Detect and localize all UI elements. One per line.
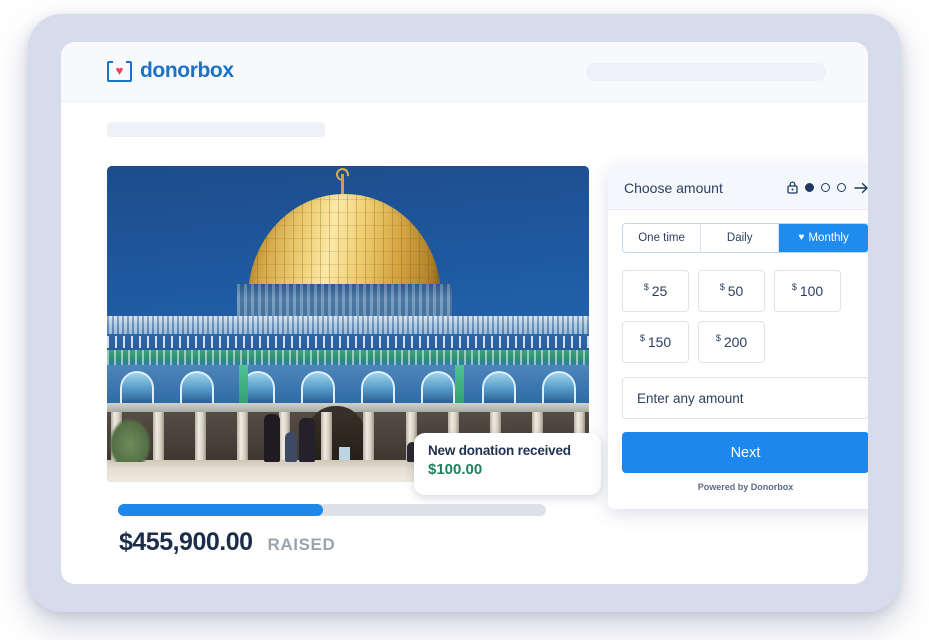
chair	[339, 447, 350, 460]
amount-option-100[interactable]: $ 100	[774, 270, 841, 312]
amount-value: 150	[647, 334, 672, 350]
preset-amount-grid: $ 25 $ 50 $ 100 $ 150 $ 200	[622, 270, 868, 363]
amount-option-50[interactable]: $ 50	[698, 270, 765, 312]
donation-notification-toast: New donation received $100.00	[414, 433, 601, 495]
next-button[interactable]: Next	[622, 432, 868, 473]
amount-value: 25	[651, 283, 668, 299]
site-header: ♥ donorbox	[61, 42, 868, 102]
arrow-right-icon[interactable]	[854, 182, 868, 194]
visitor-figure	[299, 418, 315, 462]
progress-fill	[118, 504, 324, 516]
fundraising-progress-bar	[118, 504, 546, 516]
raised-summary: $455,900.00 RAISED	[119, 528, 335, 557]
raised-label: RAISED	[267, 535, 336, 554]
donation-form-panel: Choose amount One time Daily ♥ Monthly $…	[608, 166, 868, 509]
currency-symbol: $	[791, 282, 797, 292]
frequency-label: One time	[638, 232, 685, 244]
heart-icon: ♥	[798, 232, 805, 243]
donorbox-heart-box-icon: ♥	[107, 58, 132, 83]
page-title-placeholder	[107, 122, 325, 137]
currency-symbol: $	[639, 333, 645, 343]
step-dot-2[interactable]	[821, 183, 830, 192]
toast-title: New donation received	[428, 443, 571, 458]
form-header: Choose amount	[608, 166, 868, 210]
green-panel-right	[455, 365, 464, 403]
powered-by-label: Powered by Donorbox	[697, 482, 794, 492]
tree	[109, 418, 151, 462]
amount-value: 100	[799, 283, 824, 299]
amount-option-150[interactable]: $ 150	[622, 321, 689, 363]
lock-icon	[787, 181, 798, 194]
form-title: Choose amount	[624, 179, 723, 196]
custom-amount-input[interactable]	[622, 377, 868, 419]
frequency-option-one-time[interactable]: One time	[623, 224, 702, 252]
currency-symbol: $	[719, 282, 725, 292]
amount-option-200[interactable]: $ 200	[698, 321, 765, 363]
frequency-option-daily[interactable]: Daily	[701, 224, 780, 252]
amount-value: 50	[727, 283, 744, 299]
logo-wordmark: donorbox	[140, 58, 234, 82]
arched-windows	[107, 365, 589, 403]
dome-drum	[237, 284, 452, 320]
visitor-figure	[264, 414, 280, 462]
frequency-selector: One time Daily ♥ Monthly	[622, 223, 868, 253]
toast-amount: $100.00	[428, 461, 483, 478]
form-body: One time Daily ♥ Monthly $ 25 $ 50 $ 100…	[608, 210, 868, 492]
visitor-figure	[285, 432, 297, 462]
browser-window: ♥ donorbox New donation received $100.00…	[61, 42, 868, 584]
amount-option-25[interactable]: $ 25	[622, 270, 689, 312]
step-dot-1[interactable]	[805, 183, 814, 192]
frequency-option-monthly[interactable]: ♥ Monthly	[779, 224, 868, 252]
raised-amount: $455,900.00	[119, 528, 253, 556]
currency-symbol: $	[643, 282, 649, 292]
outer-frame: ♥ donorbox New donation received $100.00…	[28, 14, 901, 612]
amount-value: 200	[723, 334, 748, 350]
tile-band-green	[107, 350, 589, 365]
tile-band-calligraphy	[107, 334, 589, 350]
step-dot-3[interactable]	[837, 183, 846, 192]
form-step-indicator	[787, 181, 868, 194]
frequency-label: Monthly	[808, 232, 849, 244]
currency-symbol: $	[715, 333, 721, 343]
donorbox-logo[interactable]: ♥ donorbox	[107, 58, 234, 83]
header-placeholder-bar	[586, 63, 826, 81]
green-panel-left	[239, 365, 248, 403]
frequency-label: Daily	[726, 232, 753, 244]
tile-band-upper	[107, 316, 589, 334]
